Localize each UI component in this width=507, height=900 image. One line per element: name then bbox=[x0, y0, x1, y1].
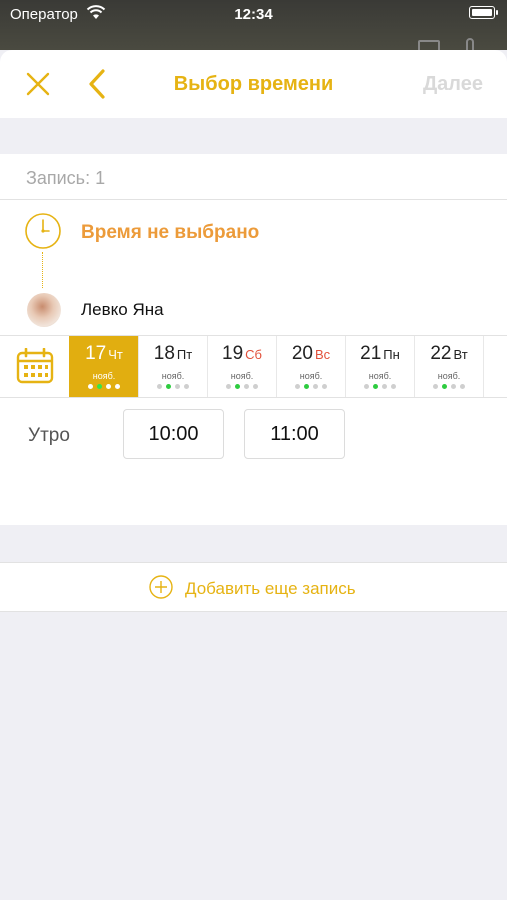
time-status-text: Время не выбрано bbox=[81, 222, 260, 243]
date-weekday: Вс bbox=[314, 347, 331, 362]
unavailable-dot bbox=[115, 384, 120, 389]
record-card: Запись: 1 Время не выбрано Левко Яна 17 … bbox=[0, 154, 507, 525]
date-cell[interactable]: 17 Чт нояб. bbox=[69, 336, 138, 397]
unavailable-dot bbox=[451, 384, 456, 389]
available-dot bbox=[304, 384, 309, 389]
unavailable-dot bbox=[313, 384, 318, 389]
date-weekday: Сб bbox=[245, 347, 262, 362]
availability-dots bbox=[139, 384, 207, 389]
divider bbox=[0, 199, 507, 200]
date-cell[interactable]: 23 bbox=[483, 336, 507, 397]
date-weekday: Пн bbox=[383, 347, 400, 362]
status-time: 12:34 bbox=[234, 6, 273, 23]
unavailable-dot bbox=[244, 384, 249, 389]
unavailable-dot bbox=[382, 384, 387, 389]
period-label: Утро bbox=[28, 425, 70, 446]
date-day-number: 22 bbox=[430, 343, 452, 364]
date-day-number: 21 bbox=[360, 343, 382, 364]
date-strip[interactable]: 17 Чт нояб. 18 Пт нояб. 19 Сб нояб. 20 Вс нояб. 21 Пн… bbox=[0, 335, 507, 398]
unavailable-dot bbox=[157, 384, 162, 389]
unavailable-dot bbox=[175, 384, 180, 389]
master-avatar bbox=[27, 293, 61, 327]
status-bar: Оператор 12:34 bbox=[0, 0, 507, 54]
date-day-number: 20 bbox=[291, 343, 313, 364]
master-name[interactable]: Левко Яна bbox=[81, 300, 164, 320]
availability-dots bbox=[70, 384, 138, 389]
unavailable-dot bbox=[253, 384, 258, 389]
time-selection-sheet: Выбор времени Далее Запись: 1 Время не в… bbox=[0, 50, 507, 900]
date-month: нояб. bbox=[92, 371, 116, 381]
date-day-number: 19 bbox=[222, 343, 244, 364]
add-record-button[interactable]: Добавить еще запись bbox=[0, 562, 507, 612]
calendar-button[interactable] bbox=[0, 336, 69, 397]
date-day-number: 17 bbox=[85, 343, 107, 364]
available-dot bbox=[442, 384, 447, 389]
time-slot-button[interactable]: 11:00 bbox=[244, 409, 345, 459]
availability-dots bbox=[208, 384, 276, 389]
plus-circle-icon bbox=[149, 575, 173, 599]
available-dot bbox=[97, 384, 102, 389]
date-cell[interactable]: 22 Вт нояб. bbox=[414, 336, 483, 397]
date-month: нояб. bbox=[368, 371, 392, 381]
available-dot bbox=[235, 384, 240, 389]
available-dot bbox=[373, 384, 378, 389]
date-weekday: Вт bbox=[453, 347, 468, 362]
date-weekday: Чт bbox=[108, 347, 123, 362]
unavailable-dot bbox=[295, 384, 300, 389]
unavailable-dot bbox=[391, 384, 396, 389]
date-cell[interactable]: 20 Вс нояб. bbox=[276, 336, 345, 397]
unavailable-dot bbox=[184, 384, 189, 389]
unavailable-dot bbox=[460, 384, 465, 389]
calendar-icon bbox=[16, 348, 54, 384]
date-cell[interactable]: 21 Пн нояб. bbox=[345, 336, 414, 397]
unavailable-dot bbox=[106, 384, 111, 389]
next-button[interactable]: Далее bbox=[423, 73, 483, 96]
record-number-label: Запись: 1 bbox=[26, 168, 106, 188]
timeline-connector bbox=[42, 252, 43, 288]
date-month: нояб. bbox=[437, 371, 461, 381]
availability-dots bbox=[277, 384, 345, 389]
date-cell[interactable]: 18 Пт нояб. bbox=[138, 336, 207, 397]
unavailable-dot bbox=[364, 384, 369, 389]
battery-icon bbox=[469, 6, 498, 19]
available-dot bbox=[166, 384, 171, 389]
date-cell[interactable]: 19 Сб нояб. bbox=[207, 336, 276, 397]
availability-dots bbox=[415, 384, 483, 389]
add-record-label: Добавить еще запись bbox=[185, 579, 356, 598]
date-month: нояб. bbox=[161, 371, 185, 381]
unavailable-dot bbox=[226, 384, 231, 389]
nav-bar: Выбор времени Далее bbox=[0, 50, 507, 118]
clock-icon bbox=[25, 213, 61, 249]
date-day-number: 18 bbox=[153, 343, 175, 364]
unavailable-dot bbox=[322, 384, 327, 389]
unavailable-dot bbox=[433, 384, 438, 389]
availability-dots bbox=[346, 384, 414, 389]
unavailable-dot bbox=[88, 384, 93, 389]
date-month: нояб. bbox=[299, 371, 323, 381]
date-month: нояб. bbox=[230, 371, 254, 381]
date-weekday: Пт bbox=[176, 347, 193, 362]
time-slot-button[interactable]: 10:00 bbox=[123, 409, 224, 459]
